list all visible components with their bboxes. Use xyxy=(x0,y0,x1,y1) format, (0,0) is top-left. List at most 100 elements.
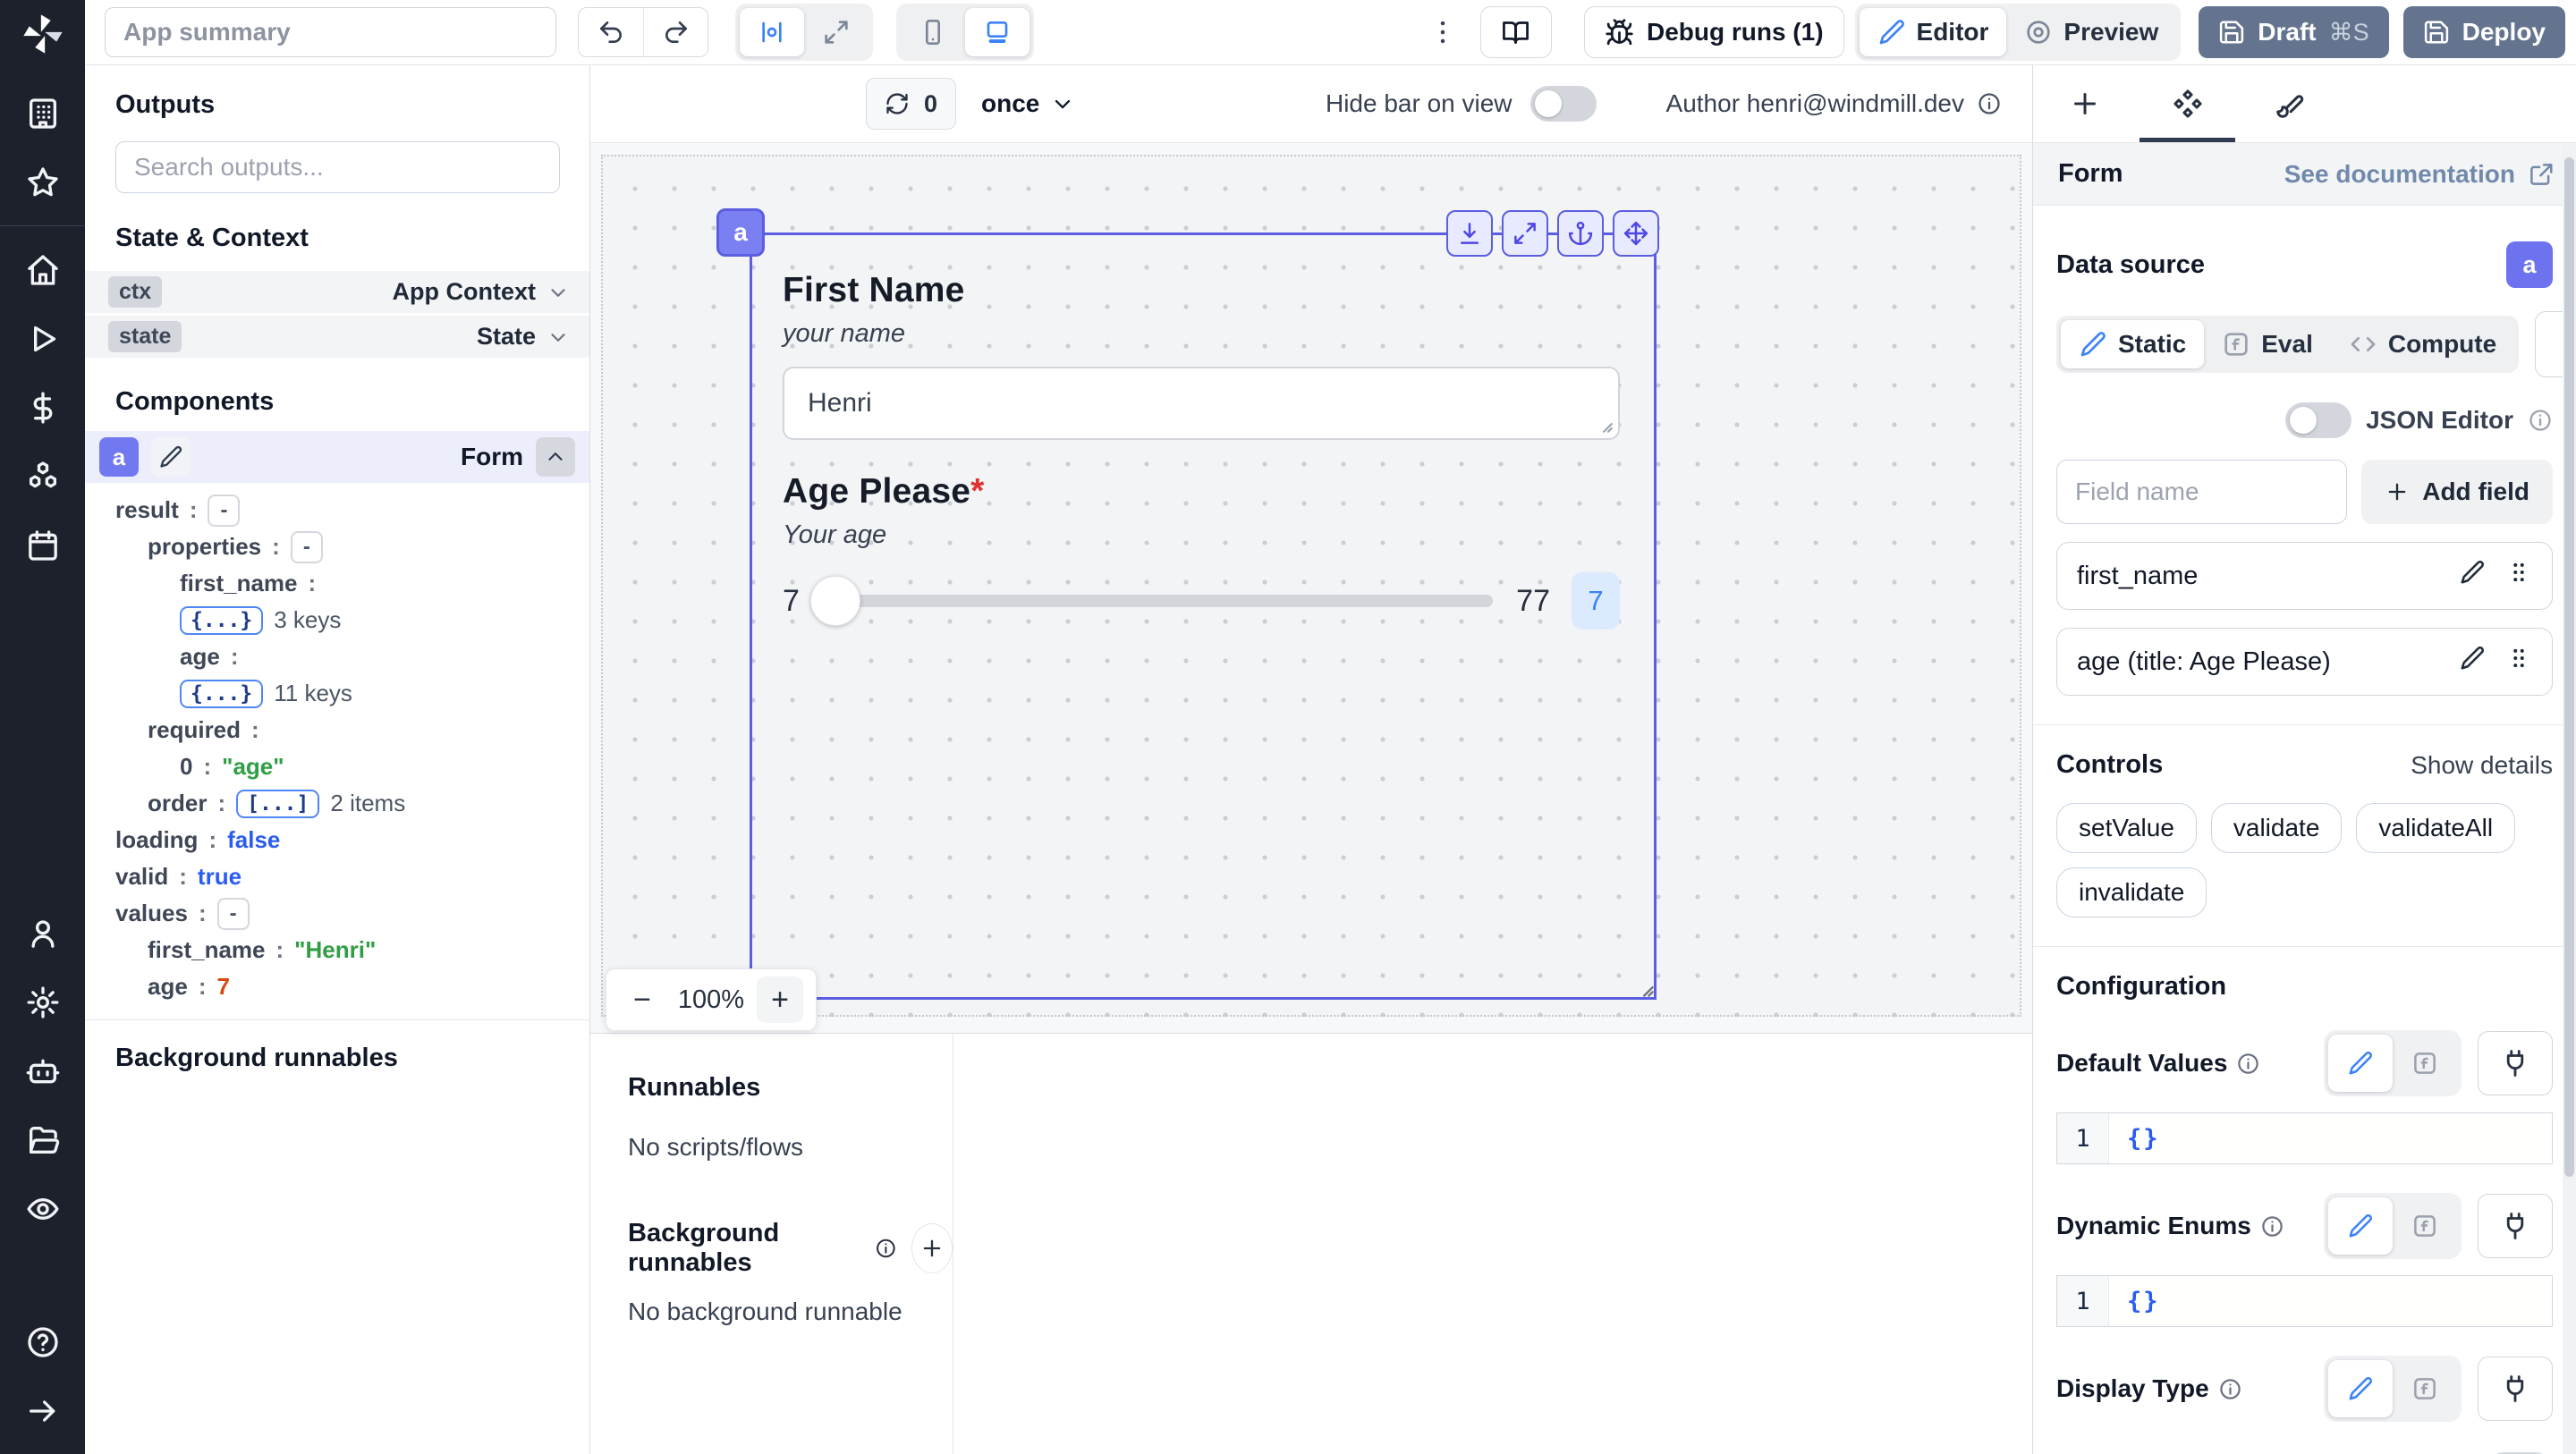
draft-button[interactable]: Draft ⌘S xyxy=(2199,6,2389,58)
tab-component-settings[interactable] xyxy=(2136,65,2239,142)
eval-mode-button[interactable] xyxy=(2393,1197,2457,1255)
sidebar-item-bot[interactable] xyxy=(0,1036,85,1105)
tab-styling[interactable] xyxy=(2239,65,2342,142)
expand-down-button[interactable] xyxy=(1446,210,1493,257)
sidebar-item-gear[interactable] xyxy=(0,968,85,1036)
tree-collapse-button[interactable]: - xyxy=(290,530,323,563)
info-icon[interactable] xyxy=(875,1235,897,1262)
docs-button[interactable] xyxy=(1479,6,1552,58)
field-item[interactable]: age (title: Age Please) xyxy=(2056,628,2553,696)
static-mode-button[interactable] xyxy=(2328,1197,2393,1255)
eval-mode-button[interactable] xyxy=(2393,1035,2457,1092)
rename-component-button[interactable] xyxy=(151,437,191,477)
windmill-logo-icon[interactable] xyxy=(20,11,66,57)
canvas-grid[interactable]: a First Name your name Henri Age Please*… xyxy=(601,155,2021,1017)
context-row-state[interactable]: state State xyxy=(85,316,589,358)
slider-track[interactable] xyxy=(817,595,1494,607)
tree-expand-badge[interactable]: [...] xyxy=(236,789,320,818)
info-icon[interactable] xyxy=(2236,1052,2260,1076)
sidebar-item-eye[interactable] xyxy=(0,1174,85,1243)
redo-button[interactable] xyxy=(643,8,708,56)
editor-tab[interactable]: Editor xyxy=(1859,8,2007,56)
add-field-button[interactable]: Add field xyxy=(2361,460,2553,524)
settings-scrollbar[interactable] xyxy=(2563,143,2576,1454)
static-mode-button[interactable] xyxy=(2328,1035,2393,1092)
info-icon[interactable] xyxy=(1977,91,2002,116)
mode-eval[interactable]: Eval xyxy=(2204,320,2331,368)
collapse-component-button[interactable] xyxy=(536,437,575,477)
first-name-input[interactable] xyxy=(783,367,1620,440)
sidebar-item-boxes[interactable] xyxy=(0,442,85,511)
sidebar-item-home[interactable] xyxy=(0,235,85,304)
tree-collapse-button[interactable]: - xyxy=(216,897,250,930)
anchor-component-button[interactable] xyxy=(1557,210,1604,257)
align-center-button[interactable] xyxy=(740,8,804,56)
sidebar-item-user[interactable] xyxy=(0,899,85,968)
preview-tab[interactable]: Preview xyxy=(2006,8,2176,56)
deploy-button[interactable]: Deploy xyxy=(2402,6,2565,58)
sidebar-item-calendar[interactable] xyxy=(0,511,85,579)
component-tab-badge[interactable]: a xyxy=(716,208,765,257)
hide-bar-toggle[interactable] xyxy=(1530,86,1597,122)
component-header-row[interactable]: a Form xyxy=(85,431,589,483)
info-icon[interactable] xyxy=(2528,408,2553,433)
zoom-in-button[interactable]: + xyxy=(757,976,803,1023)
search-outputs-input[interactable] xyxy=(115,141,560,193)
context-row-ctx[interactable]: ctx App Context xyxy=(85,271,589,313)
see-documentation-link[interactable]: See documentation xyxy=(2284,160,2555,189)
control-pill-invalidate[interactable]: invalidate xyxy=(2056,867,2207,917)
resize-handle-icon[interactable] xyxy=(1591,411,1614,435)
form-component[interactable]: a First Name your name Henri Age Please*… xyxy=(716,208,1659,1000)
mode-static[interactable]: Static xyxy=(2061,320,2205,368)
connect-input-button[interactable] xyxy=(2478,1031,2553,1095)
sidebar-item-help[interactable] xyxy=(0,1307,85,1376)
sidebar-item-play[interactable] xyxy=(0,304,85,373)
slider-thumb[interactable] xyxy=(809,576,860,626)
refresh-button[interactable]: 0 xyxy=(866,78,957,130)
undo-button[interactable] xyxy=(579,8,643,56)
tree-expand-badge[interactable]: {...} xyxy=(180,679,264,708)
move-component-button[interactable] xyxy=(1613,210,1659,257)
edit-field-button[interactable] xyxy=(2459,559,2486,593)
mobile-view-button[interactable] xyxy=(901,8,965,56)
connect-input-button[interactable] xyxy=(2478,1357,2553,1421)
eval-mode-button[interactable] xyxy=(2393,1360,2457,1417)
control-pill-setValue[interactable]: setValue xyxy=(2056,803,2197,853)
sidebar-item-dollar[interactable] xyxy=(0,373,85,442)
sidebar-item-star[interactable] xyxy=(0,148,85,216)
edit-field-button[interactable] xyxy=(2459,645,2486,679)
json-editor-toggle[interactable] xyxy=(2285,402,2352,438)
field-item[interactable]: first_name xyxy=(2056,542,2553,610)
zoom-out-button[interactable]: − xyxy=(619,976,665,1023)
debug-runs-button[interactable]: Debug runs (1) xyxy=(1583,6,1844,58)
sidebar-item-arrow-right[interactable] xyxy=(0,1376,85,1445)
sidebar-item-building[interactable] xyxy=(0,79,85,148)
drag-field-handle[interactable] xyxy=(2505,645,2532,679)
mode-compute[interactable]: Compute xyxy=(2331,320,2514,368)
info-icon[interactable] xyxy=(2260,1214,2284,1238)
run-mode-dropdown[interactable]: once xyxy=(981,89,1075,118)
field-name-input[interactable] xyxy=(2056,460,2348,524)
sidebar-item-folder[interactable] xyxy=(0,1105,85,1174)
app-summary-input[interactable] xyxy=(105,7,556,57)
expand-canvas-button[interactable] xyxy=(804,8,869,56)
draft-label: Draft xyxy=(2258,18,2317,46)
info-icon[interactable] xyxy=(2218,1377,2242,1401)
default-values-editor[interactable]: 1 {} xyxy=(2056,1112,2553,1164)
dynamic-enums-editor[interactable]: 1 {} xyxy=(2056,1275,2553,1327)
fullscreen-component-button[interactable] xyxy=(1502,210,1548,257)
more-menu-button[interactable] xyxy=(1423,7,1462,57)
scrollbar-thumb[interactable] xyxy=(2564,157,2574,1177)
add-background-runnable-button[interactable] xyxy=(911,1223,953,1273)
tab-insert-component[interactable] xyxy=(2033,65,2136,142)
drag-field-handle[interactable] xyxy=(2505,559,2532,593)
tree-expand-badge[interactable]: {...} xyxy=(180,605,264,635)
static-mode-button[interactable] xyxy=(2328,1360,2393,1417)
control-pill-validateAll[interactable]: validateAll xyxy=(2356,803,2516,853)
show-details-button[interactable]: Show details xyxy=(2411,751,2553,780)
component-resize-handle-icon[interactable] xyxy=(1631,974,1656,999)
control-pill-validate[interactable]: validate xyxy=(2210,803,2343,853)
desktop-view-button[interactable] xyxy=(965,8,1030,56)
tree-collapse-button[interactable]: - xyxy=(208,494,241,527)
connect-input-button[interactable] xyxy=(2478,1194,2553,1258)
